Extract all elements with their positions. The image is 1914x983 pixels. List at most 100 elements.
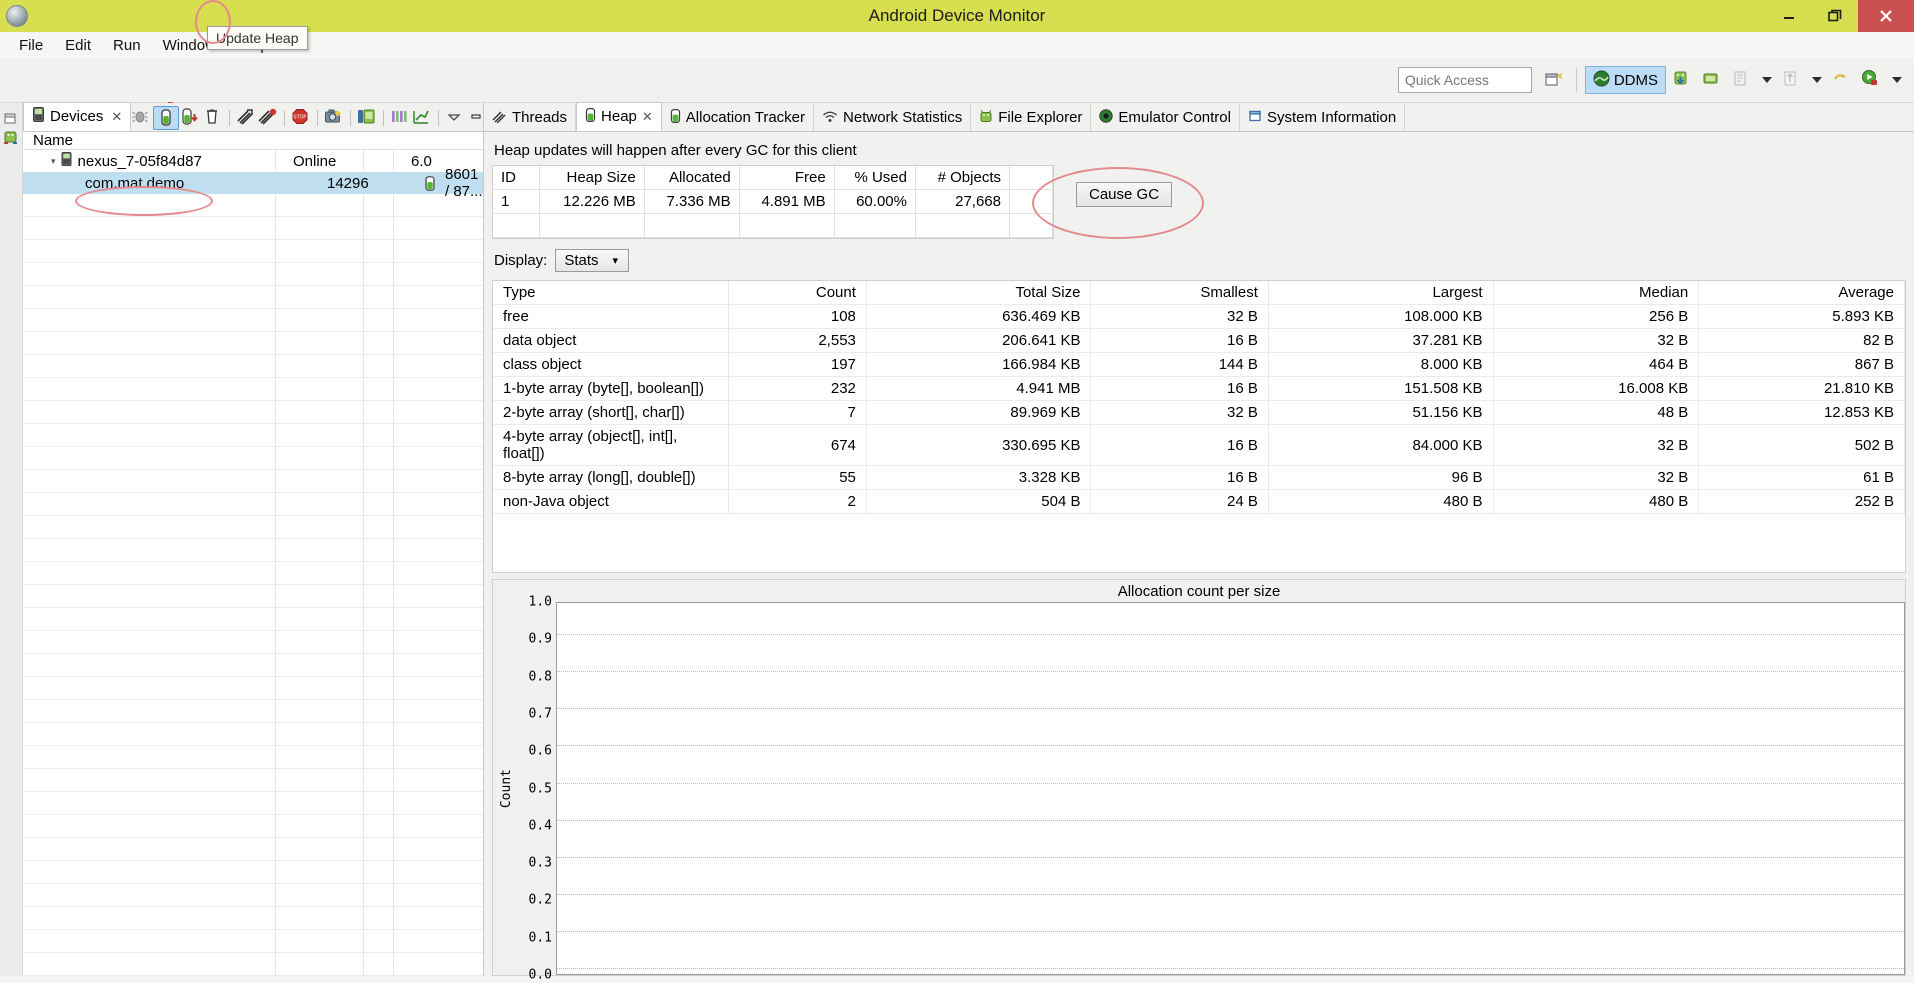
table-row[interactable]: 2-byte array (short[], char[]) 7 89.969 KB…	[493, 400, 1905, 425]
close-icon[interactable]: ✕	[642, 109, 653, 125]
empty-row[interactable]	[23, 838, 483, 861]
minimize-button[interactable]	[1766, 0, 1812, 32]
chevron-down-icon-2[interactable]	[1812, 77, 1822, 83]
table-row[interactable]: 8-byte array (long[], double[]) 55 3.328 K…	[493, 465, 1905, 490]
tab-heap[interactable]: Heap ✕	[576, 102, 662, 131]
empty-row[interactable]	[23, 907, 483, 930]
empty-row[interactable]	[23, 631, 483, 654]
summary-col-free[interactable]: Free	[739, 166, 835, 190]
table-row[interactable]: com.mat.demo 14296 8601 / 87...	[23, 166, 483, 200]
stats-col-count[interactable]: Count	[728, 281, 867, 305]
table-row[interactable]: data object 2,553 206.641 KB 16 B 37.281 KB 3…	[493, 328, 1905, 353]
start-method-profiling-icon[interactable]	[258, 108, 278, 127]
update-heap-icon[interactable]	[153, 105, 180, 130]
empty-row[interactable]	[23, 930, 483, 953]
table-row[interactable]: 4-byte array (object[], int[], float[]) 6…	[493, 424, 1905, 466]
empty-row[interactable]	[23, 608, 483, 631]
close-icon[interactable]: ✕	[111, 109, 122, 125]
open-perspective-icon[interactable]	[1543, 69, 1565, 91]
table-row[interactable]: 1 12.226 MB 7.336 MB 4.891 MB 60.00% 27,…	[493, 189, 1053, 214]
menu-file[interactable]: File	[8, 35, 54, 56]
empty-row[interactable]	[23, 792, 483, 815]
table-row[interactable]: 1-byte array (byte[], boolean[]) 232 4.941…	[493, 376, 1905, 401]
run-icon[interactable]	[1861, 69, 1883, 91]
chevron-down-icon[interactable]	[1762, 77, 1772, 83]
network-statistics-icon[interactable]	[412, 108, 432, 127]
tab-devices[interactable]: Devices ✕	[23, 102, 132, 131]
empty-row[interactable]	[23, 309, 483, 332]
cause-gc-button[interactable]: Cause GC	[1076, 182, 1173, 207]
empty-row[interactable]	[23, 585, 483, 608]
empty-row[interactable]	[23, 861, 483, 884]
empty-row[interactable]	[23, 769, 483, 792]
tab-file-explorer[interactable]: File Explorer	[971, 104, 1092, 131]
android-device-icon[interactable]	[1701, 69, 1723, 91]
empty-row[interactable]	[23, 700, 483, 723]
empty-row[interactable]	[23, 746, 483, 769]
restore-view-icon[interactable]	[2, 111, 20, 127]
menu-edit[interactable]: Edit	[54, 35, 102, 56]
dump-hprof-icon[interactable]	[181, 108, 201, 127]
empty-row[interactable]	[23, 516, 483, 539]
empty-row[interactable]	[23, 286, 483, 309]
tab-threads[interactable]: Threads	[484, 104, 577, 131]
column-name[interactable]: Name	[23, 132, 275, 149]
empty-row[interactable]	[23, 562, 483, 585]
screen-capture-icon[interactable]	[324, 108, 344, 127]
summary-col-percent-used[interactable]: % Used	[834, 166, 916, 190]
empty-row[interactable]	[23, 447, 483, 470]
view-menu-icon[interactable]	[445, 108, 465, 127]
display-select[interactable]: Stats ▾	[555, 249, 630, 272]
tab-allocation-tracker[interactable]: Allocation Tracker	[662, 104, 815, 131]
summary-col-allocated[interactable]: Allocated	[644, 166, 740, 190]
empty-row[interactable]	[23, 332, 483, 355]
table-row[interactable]: non-Java object 2 504 B 24 B 480 B 480 B 252 B	[493, 489, 1905, 514]
stats-col-average[interactable]: Average	[1698, 281, 1905, 305]
stats-col-median[interactable]: Median	[1493, 281, 1700, 305]
quick-access-input[interactable]: Quick Access	[1397, 67, 1532, 93]
heap-enabled-icon[interactable]	[415, 175, 445, 191]
empty-row[interactable]	[23, 401, 483, 424]
hierarchy-icon[interactable]	[1831, 69, 1853, 91]
empty-row[interactable]	[23, 217, 483, 240]
stats-col-smallest[interactable]: Smallest	[1090, 281, 1269, 305]
system-information-icon[interactable]	[390, 108, 410, 127]
android-download-icon[interactable]	[1671, 69, 1693, 91]
empty-row[interactable]	[23, 815, 483, 838]
android-perspective-icon[interactable]	[2, 129, 20, 145]
chart-plot-area[interactable]	[556, 602, 1905, 975]
table-row[interactable]: ▾ nexus_7-05f84d87 Online 6.0	[23, 150, 483, 172]
empty-row[interactable]	[23, 378, 483, 401]
update-threads-icon[interactable]	[236, 108, 256, 127]
stop-process-icon[interactable]: STOP	[291, 108, 311, 127]
dump-view-hierarchy-icon[interactable]	[357, 108, 377, 127]
cause-gc-icon[interactable]	[203, 108, 223, 127]
empty-row[interactable]	[23, 677, 483, 700]
heap-stats-table[interactable]: Type Count Total Size Smallest Largest Median…	[492, 280, 1906, 573]
stats-col-type[interactable]: Type	[493, 281, 729, 305]
table-row[interactable]: free 108 636.469 KB 32 B 108.000 KB 256 B 5.89…	[493, 304, 1905, 329]
empty-row[interactable]	[23, 355, 483, 378]
empty-row[interactable]	[23, 470, 483, 493]
stats-col-largest[interactable]: Largest	[1268, 281, 1494, 305]
empty-row[interactable]	[23, 263, 483, 286]
summary-col-id[interactable]: ID	[493, 166, 540, 190]
tab-network-statistics[interactable]: Network Statistics	[814, 104, 972, 131]
empty-row[interactable]	[23, 953, 483, 976]
empty-row[interactable]	[23, 654, 483, 677]
empty-row[interactable]	[23, 723, 483, 746]
perspective-ddms-button[interactable]: DDMS	[1584, 66, 1666, 94]
menu-run[interactable]: Run	[102, 35, 152, 56]
summary-col-heap-size[interactable]: Heap Size	[539, 166, 645, 190]
empty-row[interactable]	[23, 884, 483, 907]
empty-row[interactable]	[23, 493, 483, 516]
devices-rows[interactable]: ▾ nexus_7-05f84d87 Online 6.0 com.mat.de	[23, 150, 483, 976]
empty-row[interactable]	[23, 539, 483, 562]
debug-icon[interactable]	[131, 108, 151, 127]
summary-col-objects[interactable]: # Objects	[915, 166, 1011, 190]
tab-system-information[interactable]: System Information	[1240, 104, 1406, 131]
tab-emulator-control[interactable]: Emulator Control	[1091, 104, 1240, 131]
table-row[interactable]: class object 197 166.984 KB 144 B 8.000 KB 46…	[493, 352, 1905, 377]
empty-row[interactable]	[23, 240, 483, 263]
empty-row[interactable]	[23, 424, 483, 447]
